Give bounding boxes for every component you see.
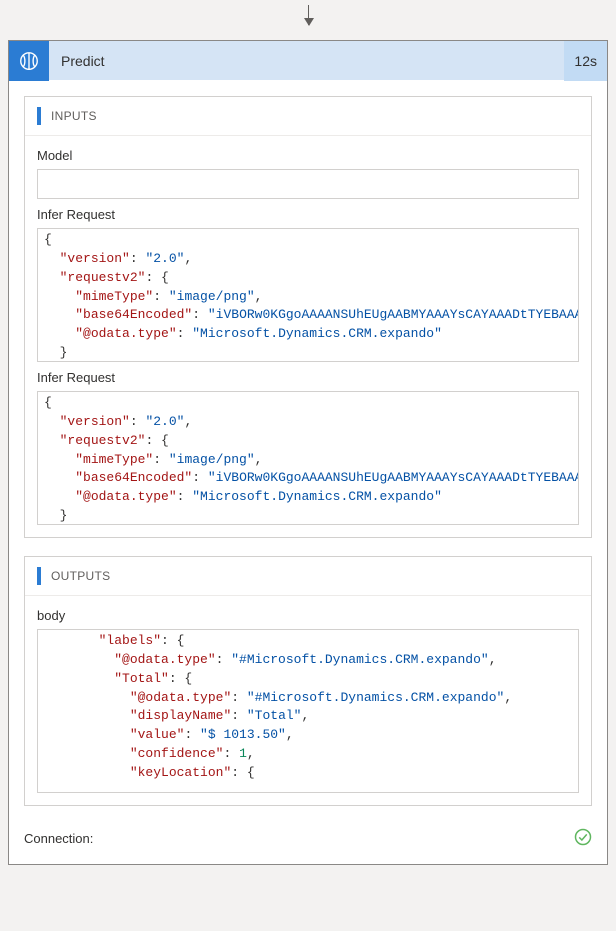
inputs-section: INPUTS Model Infer Request { "version": … <box>24 96 592 538</box>
body-output-code[interactable]: "labels": { "@odata.type": "#Microsoft.D… <box>37 629 579 793</box>
duration-badge: 12s <box>564 41 607 81</box>
infer-request-label-2: Infer Request <box>37 370 579 385</box>
connection-label: Connection: <box>24 831 93 846</box>
card-title: Predict <box>49 53 564 69</box>
infer-request-code-2[interactable]: { "version": "2.0", "requestv2": { "mime… <box>37 391 579 525</box>
brain-icon <box>9 41 49 81</box>
outputs-section: OUTPUTS body "labels": { "@odata.type": … <box>24 556 592 806</box>
outputs-title: OUTPUTS <box>51 569 110 583</box>
accent-bar <box>37 107 41 125</box>
outputs-header: OUTPUTS <box>25 557 591 596</box>
connection-footer: Connection: <box>24 824 592 849</box>
card-header[interactable]: Predict 12s <box>9 41 607 81</box>
predict-action-card: Predict 12s INPUTS Model Infer Request {… <box>8 40 608 865</box>
accent-bar <box>37 567 41 585</box>
success-icon <box>574 828 592 849</box>
model-input[interactable] <box>37 169 579 199</box>
infer-request-code-1[interactable]: { "version": "2.0", "requestv2": { "mime… <box>37 228 579 362</box>
inputs-title: INPUTS <box>51 109 97 123</box>
infer-request-label-1: Infer Request <box>37 207 579 222</box>
body-label: body <box>37 608 579 623</box>
flow-arrow <box>5 5 611 40</box>
model-label: Model <box>37 148 579 163</box>
inputs-header: INPUTS <box>25 97 591 136</box>
